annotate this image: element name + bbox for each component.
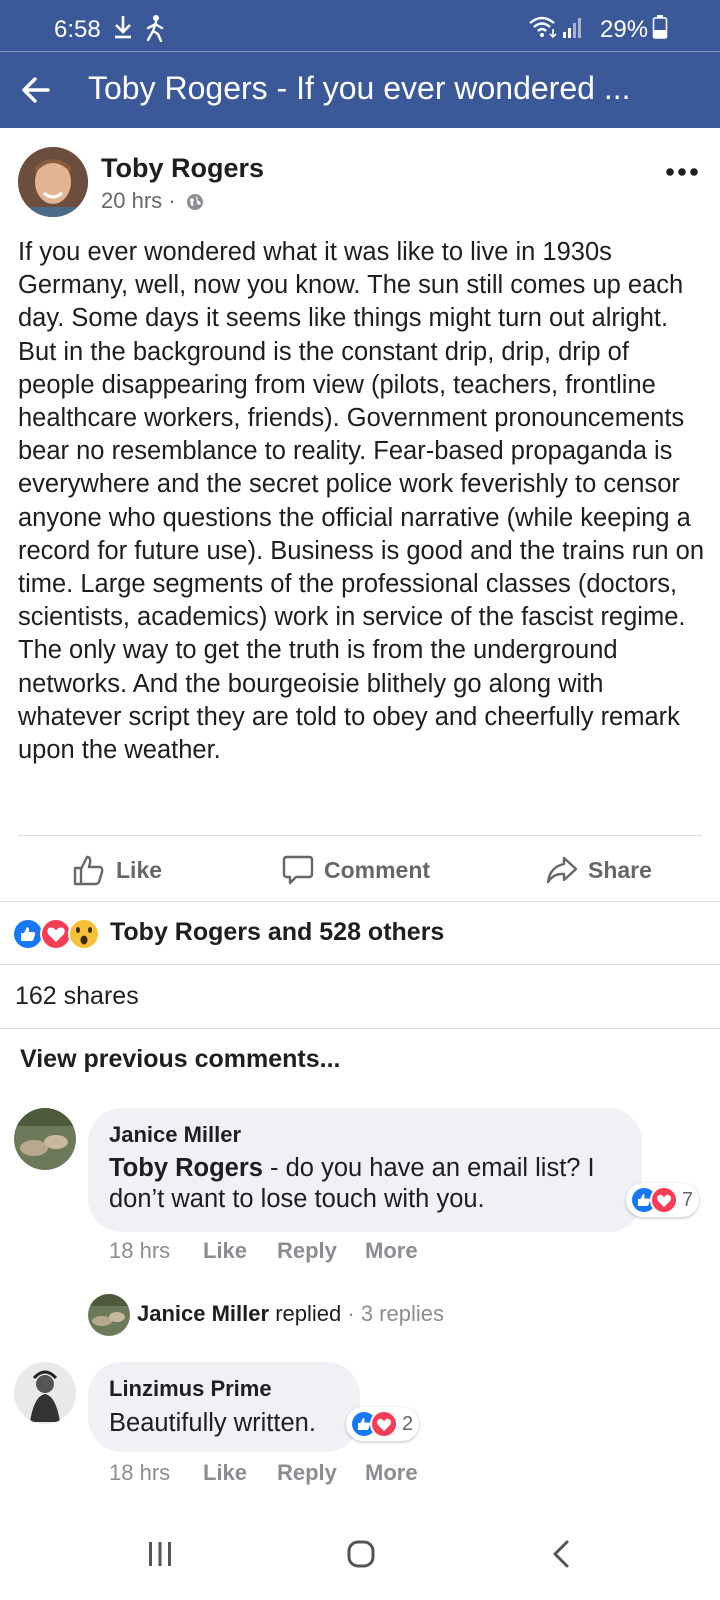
comment-like-button[interactable]: Like [203,1238,247,1264]
replier-photo [88,1294,130,1336]
like-label: Like [116,856,163,883]
like-love-reaction-icons [630,1186,678,1214]
love-reaction-icon [40,918,72,950]
comment-reply-button[interactable]: Reply [277,1238,337,1264]
share-count[interactable]: 162 shares [15,982,139,1011]
reaction-icons[interactable] [12,917,108,950]
author-photo [18,147,88,217]
app-bar: Toby Rogers - If you ever wondered ... [0,52,720,128]
reaction-count: 7 [682,1188,694,1211]
home-icon[interactable] [346,1539,376,1569]
replier-avatar[interactable] [88,1294,130,1336]
comment-time[interactable]: 18 hrs [109,1238,170,1264]
post-author-name[interactable]: Toby Rogers [101,153,264,184]
share-label: Share [588,856,652,883]
system-nav-bar [0,1515,720,1600]
comment-button[interactable]: Comment [282,853,430,887]
comment-like-button[interactable]: Like [203,1460,247,1486]
status-bar: 6:58 29% [0,0,720,52]
globe-icon [186,194,203,210]
commenter-name[interactable]: Janice Miller [109,1122,241,1148]
reaction-stack [12,918,100,950]
replier-name: Janice Miller [137,1301,270,1326]
back-arrow-icon[interactable] [18,72,54,108]
comment-reactions[interactable]: 7 [626,1183,700,1217]
thumbs-up-icon [73,855,104,886]
share-arrow-icon [546,856,578,884]
commenter-avatar[interactable] [14,1362,76,1424]
comment-reply-button[interactable]: Reply [277,1460,337,1486]
signal-icon [563,18,581,38]
comment-label: Comment [324,856,431,883]
like-button[interactable]: Like [72,853,162,887]
comment-time[interactable]: 18 hrs [109,1460,170,1486]
recent-apps-icon[interactable] [146,1539,174,1569]
download-icon [115,16,131,39]
view-replies-link[interactable]: Janice Miller replied · 3 replies [137,1301,444,1327]
commenter-photo [14,1362,76,1424]
reply-count: 3 replies [360,1301,444,1326]
post-time[interactable]: 20 hrs [101,188,162,213]
meta-separator: · [168,188,176,213]
comment-text: Beautifully written. [109,1409,316,1437]
wifi-icon [529,16,557,39]
comment-text: Toby Rogers - do you have an email list?… [109,1153,629,1215]
walking-icon [146,15,164,42]
replied-label: replied [275,1301,342,1326]
more-options-icon[interactable] [665,165,699,179]
commenter-name[interactable]: Linzimus Prime [109,1376,272,1402]
reactions-divider [0,964,720,965]
comment-more-button[interactable]: More [365,1460,418,1486]
comment-reactions[interactable]: 2 [346,1407,420,1441]
like-love-reaction-icons [350,1410,398,1438]
post-body: If you ever wondered what it was like to… [18,238,705,765]
reaction-count: 2 [402,1412,414,1435]
commenter-photo [14,1108,76,1170]
reply-separator: · [347,1301,355,1326]
shares-divider [0,1028,720,1029]
comment-more-button[interactable]: More [365,1238,418,1264]
share-button[interactable]: Share [546,853,652,887]
action-divider-top [18,835,702,836]
comment-bubble-icon [282,855,314,885]
comment-mention[interactable]: Toby Rogers [109,1154,263,1182]
post-meta: 20 hrs · [101,188,204,214]
action-divider-bottom [0,901,720,902]
author-avatar[interactable] [18,147,88,217]
view-previous-comments[interactable]: View previous comments... [20,1045,340,1074]
status-time: 6:58 [54,16,101,43]
like-reaction-icon [12,918,44,950]
commenter-avatar[interactable] [14,1108,76,1170]
reaction-summary[interactable]: Toby Rogers and 528 others [110,918,444,947]
battery-percent: 29% [600,16,649,43]
battery-icon [652,15,668,39]
nav-back-icon[interactable] [550,1539,572,1569]
wow-reaction-icon [68,918,100,950]
page-title: Toby Rogers - If you ever wondered ... [88,70,631,106]
